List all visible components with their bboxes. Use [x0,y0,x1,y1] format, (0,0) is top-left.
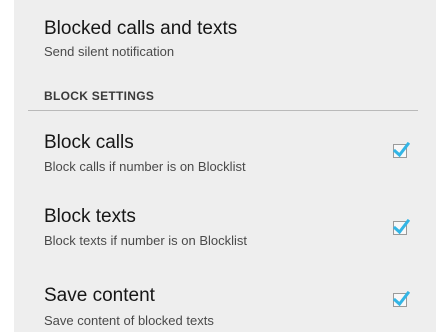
pref-summary: Send silent notification [44,44,175,59]
pref-save-content[interactable]: Save content Save content of blocked tex… [44,258,436,332]
pref-title: Save content [44,285,155,306]
checkmark-icon [393,219,410,235]
pref-block-calls[interactable]: Block calls Block calls if number is on … [44,112,436,186]
pref-title: Block texts [44,206,136,227]
checkmark-icon [393,142,410,158]
checkmark-icon [393,291,410,307]
pref-summary: Block texts if number is on Blocklist [44,233,248,248]
pref-title: Blocked calls and texts [44,18,238,39]
block-texts-checkbox[interactable] [393,219,410,235]
pref-summary: Save content of blocked texts [44,313,214,328]
pref-block-texts[interactable]: Block texts Block texts if number is on … [44,186,436,258]
pref-summary: Block calls if number is on Blocklist [44,159,246,174]
block-calls-checkbox[interactable] [393,142,410,158]
save-content-checkbox[interactable] [393,291,410,307]
blocklist-settings-screen: Blocked calls and texts Send silent noti… [14,0,436,332]
pref-blocked-calls-and-texts[interactable]: Blocked calls and texts Send silent noti… [44,0,436,82]
section-header-block-settings: BLOCK SETTINGS [44,89,155,103]
pref-title: Block calls [44,132,134,153]
section-divider [28,110,418,111]
